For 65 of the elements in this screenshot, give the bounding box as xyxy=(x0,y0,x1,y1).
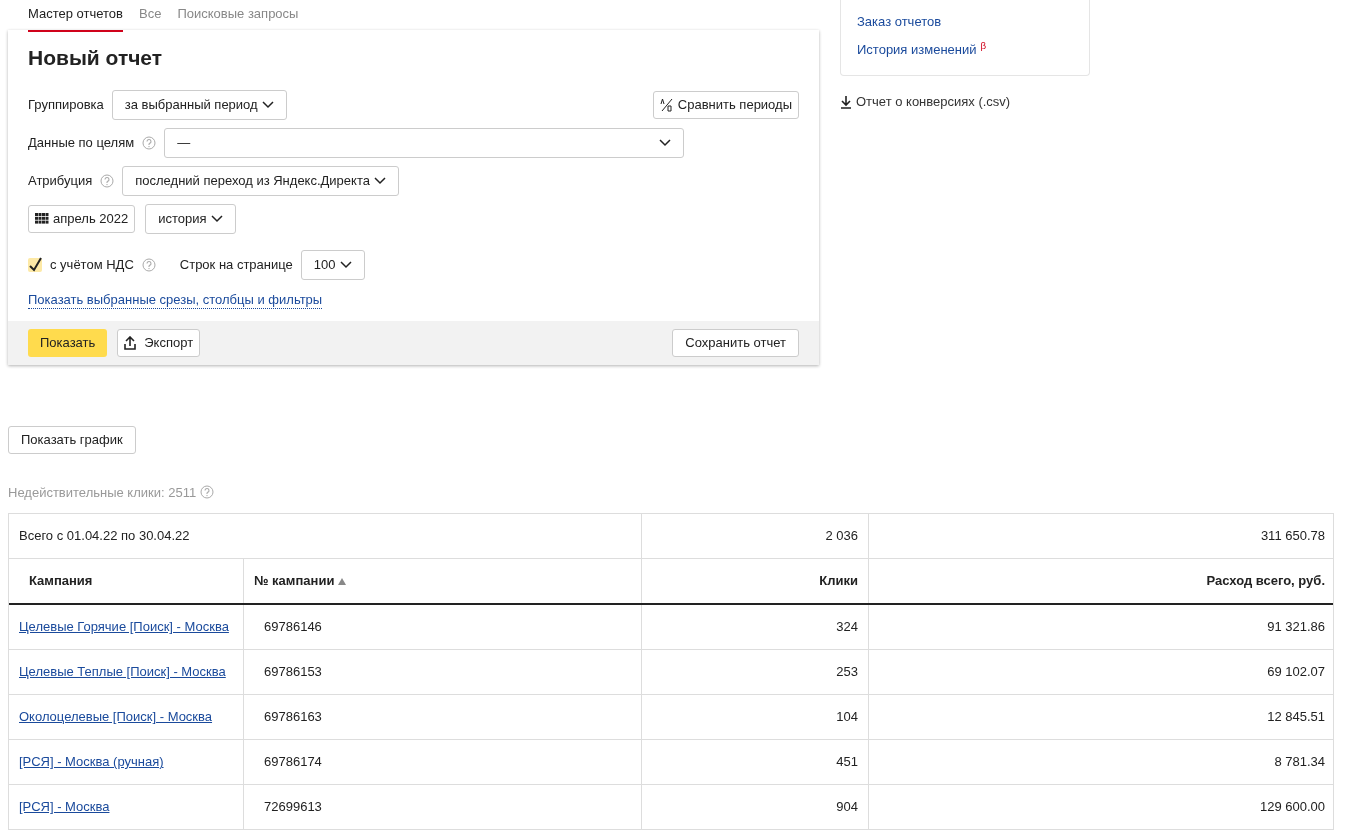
compare-periods-button[interactable]: Сравнить периоды xyxy=(652,90,799,119)
column-header[interactable]: Расход всего, руб. xyxy=(1206,571,1325,591)
total-label: Всего с 01.04.22 по 30.04.22 xyxy=(19,527,190,546)
checkmark-icon xyxy=(28,256,42,273)
grouping-label: Группировка xyxy=(28,95,104,114)
csv-download-link[interactable]: Отчет о конверсиях (.csv) xyxy=(840,92,1090,112)
column-header[interactable]: Клики xyxy=(819,571,858,591)
total-clicks: 2 036 xyxy=(825,527,858,546)
show-filters-link[interactable]: Показать выбранные срезы, столбцы и фильтры xyxy=(28,291,323,309)
invalid-clicks-text: Недействительные клики: 2511 xyxy=(8,483,197,502)
chevron-down-icon xyxy=(659,138,672,147)
goals-select[interactable]: — xyxy=(164,127,685,158)
table-cell-text: 72699613 xyxy=(264,798,322,817)
tab[interactable]: Поисковые запросы xyxy=(177,4,299,32)
side-link[interactable]: Заказ отчетов xyxy=(857,12,942,32)
show-chart-button[interactable]: Показать график xyxy=(8,425,136,454)
help-icon xyxy=(100,173,115,188)
table-cell-text: 69786174 xyxy=(264,753,322,772)
help-icon xyxy=(200,485,215,500)
history-select[interactable]: история xyxy=(145,203,236,234)
campaign-link[interactable]: Целевые Теплые [Поиск] - Москва xyxy=(19,662,226,682)
side-link[interactable]: История изменений $^{β}$ xyxy=(857,39,987,59)
period-button[interactable]: апрель 2022 xyxy=(28,204,136,233)
calendar-grid-icon xyxy=(35,213,49,224)
table-cell-text: 904 xyxy=(836,798,858,817)
table-cell-text: 91 321.86 xyxy=(1267,618,1325,637)
campaign-link[interactable]: [РСЯ] - Москва (ручная) xyxy=(19,752,164,772)
save-report-button[interactable]: Сохранить отчет xyxy=(672,328,799,357)
table-cell-text: 69786146 xyxy=(264,618,322,637)
export-button[interactable]: Экспорт xyxy=(117,328,201,357)
goals-label: Данные по целям xyxy=(28,133,135,152)
rows-per-page-select[interactable]: 100 xyxy=(300,249,365,280)
report-title: Новый отчет xyxy=(28,45,164,71)
vat-checkbox[interactable] xyxy=(28,257,42,272)
campaign-link[interactable]: [РСЯ] - Москва xyxy=(19,797,110,817)
table-cell-text: 69786163 xyxy=(264,708,322,727)
column-header[interactable]: № кампании xyxy=(254,571,347,591)
help-icon xyxy=(141,257,156,272)
upload-icon xyxy=(124,335,137,350)
chevron-down-icon xyxy=(261,100,274,109)
grouping-select[interactable]: за выбранный период xyxy=(111,89,287,120)
attribution-select[interactable]: последний переход из Яндекс.Директа xyxy=(122,165,399,196)
chevron-down-icon xyxy=(210,214,223,223)
total-cost: 311 650.78 xyxy=(1260,527,1325,546)
table-cell-text: 451 xyxy=(836,753,858,772)
column-header[interactable]: Кампания xyxy=(29,571,93,591)
chevron-down-icon xyxy=(339,260,352,269)
vat-label: с учётом НДС xyxy=(50,255,134,274)
download-icon xyxy=(840,94,852,109)
attribution-label: Атрибуция xyxy=(28,171,93,190)
help-icon xyxy=(142,135,157,150)
table-cell-text: 104 xyxy=(836,708,858,727)
table-cell-text: 253 xyxy=(836,663,858,682)
campaign-link[interactable]: Целевые Горячие [Поиск] - Москва xyxy=(19,617,229,637)
show-button[interactable]: Показать xyxy=(28,328,108,357)
chevron-down-icon xyxy=(373,176,386,185)
rows-per-page-label: Строк на странице xyxy=(179,255,293,274)
table-cell-text: 69786153 xyxy=(264,663,322,682)
table-cell-text: 69 102.07 xyxy=(1267,663,1325,682)
table-cell-text: 324 xyxy=(836,618,858,637)
tab[interactable]: Все xyxy=(139,4,162,32)
table-cell-text: 12 845.51 xyxy=(1267,708,1325,727)
table-cell-text: 8 781.34 xyxy=(1274,753,1325,772)
campaign-link[interactable]: Околоцелевые [Поиск] - Москва xyxy=(19,707,213,727)
table-cell-text: 129 600.00 xyxy=(1259,798,1325,817)
